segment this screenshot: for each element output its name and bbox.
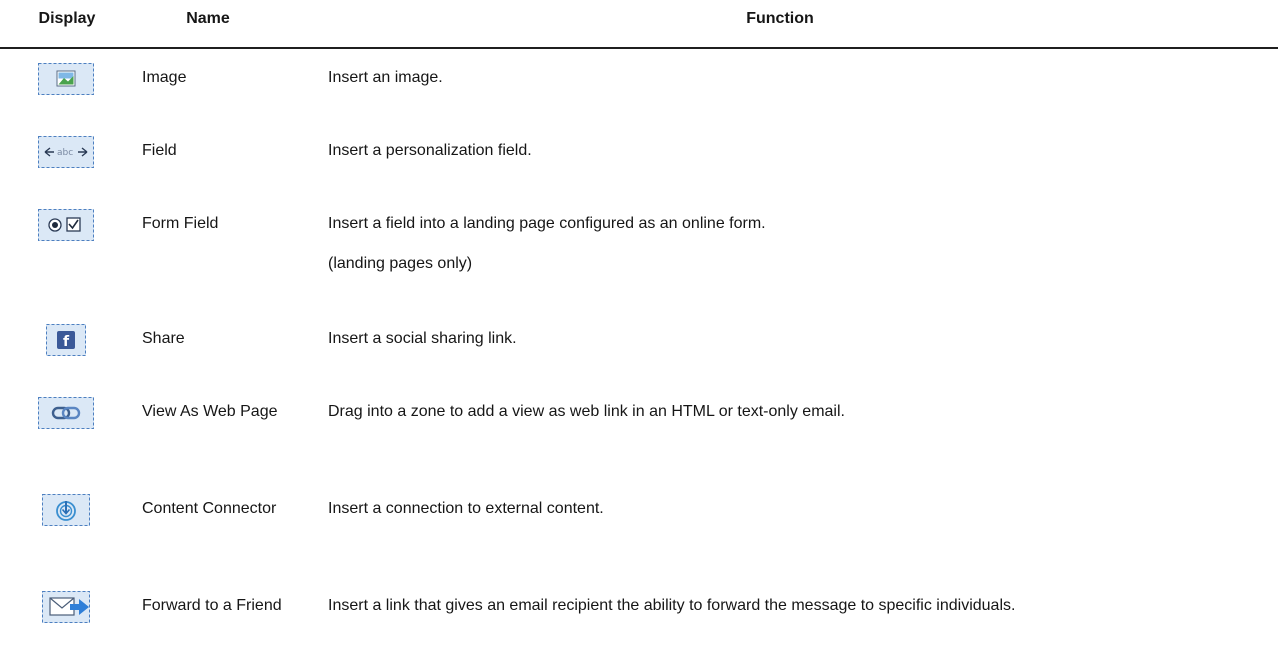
row-name: Content Connector <box>142 500 277 517</box>
function-text: Insert a connection to external content. <box>328 500 604 517</box>
row-name: Form Field <box>142 215 219 232</box>
function-text: Insert an image. <box>328 69 443 86</box>
svg-text:abc: abc <box>57 148 73 158</box>
function-text: Insert a link that gives an email recipi… <box>328 597 1016 614</box>
function-text: Insert a social sharing link. <box>328 330 517 347</box>
image-icon <box>37 62 95 96</box>
form-field-icon <box>37 208 95 242</box>
function-note: (landing pages only) <box>328 255 473 272</box>
function-text: Insert a personalization field. <box>328 142 532 159</box>
row-function: Insert an image. <box>328 62 1268 94</box>
row-name: Field <box>142 142 177 159</box>
web-link-icon <box>37 396 95 430</box>
row-function: Insert a social sharing link. <box>328 323 1268 355</box>
field-icon: abc <box>37 135 95 169</box>
facebook-share-icon: f <box>37 323 95 357</box>
forward-email-icon <box>37 590 95 624</box>
function-text: Insert a field into a landing page confi… <box>328 215 766 232</box>
row-name: View As Web Page <box>142 403 278 420</box>
row-function: Insert a field into a landing page confi… <box>328 208 1268 280</box>
row-function: Insert a link that gives an email recipi… <box>328 590 1268 622</box>
row-function: Drag into a zone to add a view as web li… <box>328 396 1268 428</box>
header-name: Name <box>186 10 230 27</box>
row-function: Insert a connection to external content. <box>328 493 1268 525</box>
table-header-row: Display Name Function <box>0 0 1278 49</box>
toolbox-elements-table: Display Name Function Image Insert an im… <box>0 0 1278 657</box>
header-function: Function <box>746 10 814 27</box>
row-name: Share <box>142 330 185 347</box>
content-connector-icon <box>37 493 95 527</box>
svg-text:f: f <box>63 334 70 350</box>
row-name: Image <box>142 69 187 86</box>
row-name: Forward to a Friend <box>142 597 282 614</box>
function-text: Drag into a zone to add a view as web li… <box>328 403 845 420</box>
header-display: Display <box>38 10 96 27</box>
row-function: Insert a personalization field. <box>328 135 1268 167</box>
